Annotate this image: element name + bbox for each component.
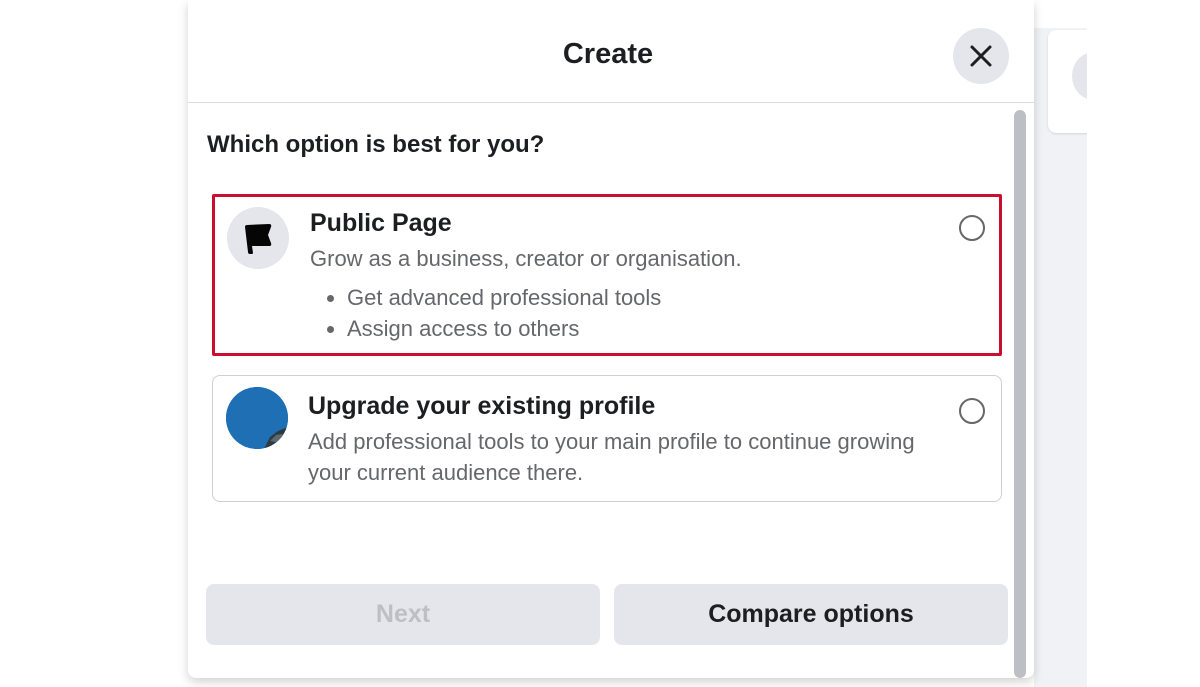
close-icon [970, 45, 992, 67]
compare-options-button[interactable]: Compare options [614, 584, 1008, 645]
option-description: Grow as a business, creator or organisat… [310, 246, 742, 271]
option-bullet-list: Get advanced professional tools Assign a… [310, 282, 661, 344]
bullet-item: Get advanced professional tools [310, 282, 661, 313]
flag-icon [245, 224, 272, 254]
option-description: Add professional tools to your main prof… [308, 429, 915, 485]
option-title: Public Page [310, 209, 452, 237]
radio-public-page[interactable] [959, 215, 985, 241]
dialog-header: Create [188, 0, 1034, 103]
background-edge [1087, 0, 1200, 687]
option-public-page[interactable]: Public Page Grow as a business, creator … [212, 194, 1002, 356]
next-button[interactable]: Next [206, 584, 600, 645]
public-page-icon-circle [227, 207, 289, 269]
close-button[interactable] [953, 28, 1009, 84]
bullet-item: Assign access to others [310, 313, 661, 344]
create-dialog: Create Which option is best for you? Pub… [188, 0, 1034, 678]
question-heading: Which option is best for you? [207, 131, 545, 158]
profile-avatar [226, 387, 288, 449]
dialog-title: Create [562, 38, 654, 70]
screen: Create Which option is best for you? Pub… [0, 0, 1200, 687]
scrollbar[interactable] [1014, 110, 1026, 678]
option-upgrade-profile[interactable]: Upgrade your existing profile Add profes… [212, 375, 1002, 502]
radio-upgrade-profile[interactable] [959, 398, 985, 424]
option-title: Upgrade your existing profile [308, 392, 656, 420]
avatar-image [226, 387, 288, 449]
